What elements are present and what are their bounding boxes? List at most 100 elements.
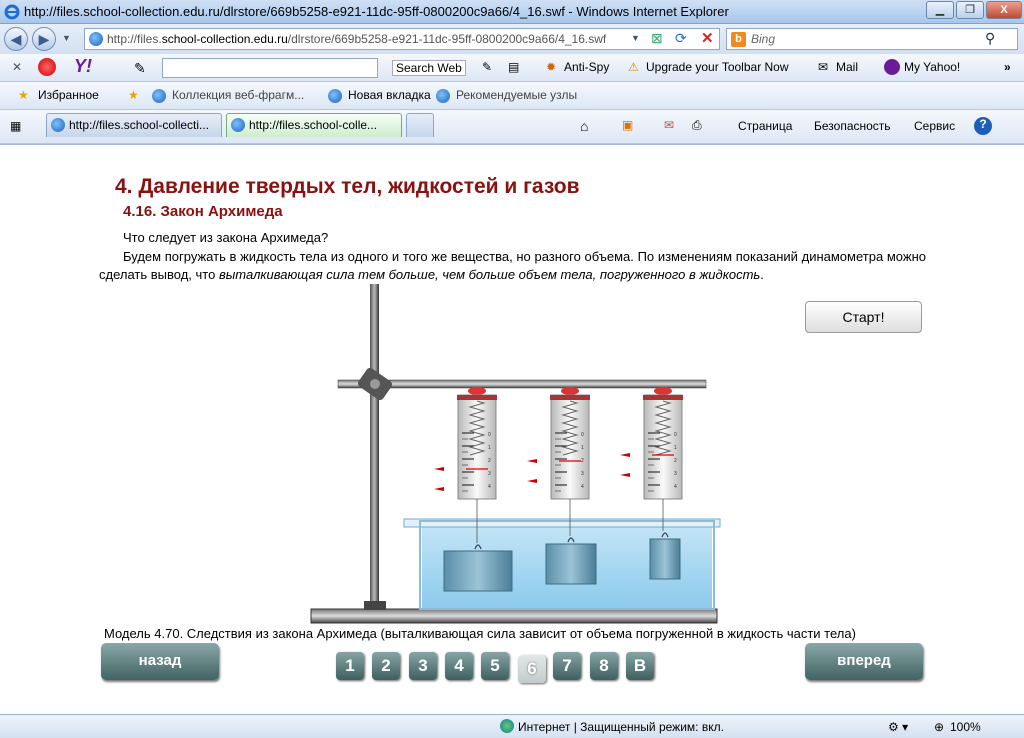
yahoo-logo-icon[interactable]: Y!: [74, 56, 92, 77]
favorite-link-suggested[interactable]: Рекомендуемые узлы: [456, 88, 577, 102]
scale-label: 4: [581, 484, 584, 490]
search-box[interactable]: b Bing ⚲: [726, 28, 1018, 50]
scale-label: 2: [581, 458, 584, 464]
pencil-icon[interactable]: ✎: [482, 60, 492, 74]
favorites-star-icon: ★: [18, 88, 29, 102]
page-icon: [51, 118, 65, 132]
scale-label: 4: [488, 484, 491, 490]
warning-icon: ⚠: [628, 60, 639, 74]
toolbar-search-input[interactable]: [162, 58, 378, 78]
scale-label: 1: [674, 445, 677, 451]
favorite-link-new-tab[interactable]: Новая вкладка: [348, 88, 431, 102]
toolbar-close-icon[interactable]: ✕: [12, 60, 22, 74]
close-button[interactable]: X: [986, 1, 1022, 19]
tools-menu[interactable]: Сервис: [914, 119, 955, 133]
page-button-6[interactable]: 6: [518, 655, 546, 683]
scale-label: 1: [581, 445, 584, 451]
forward-arrow-icon: ▶: [38, 31, 50, 47]
scale-label: 3: [581, 471, 584, 477]
favorites-button[interactable]: Избранное: [38, 88, 99, 102]
highlighter-icon[interactable]: ✎: [134, 60, 146, 77]
page-icon: [152, 89, 166, 103]
page-menu[interactable]: Страница: [738, 119, 792, 133]
scale-label: 0: [581, 432, 584, 438]
bing-logo-icon: b: [731, 32, 746, 47]
ie-logo-icon: [4, 4, 20, 20]
safety-menu[interactable]: Безопасность: [814, 119, 891, 133]
search-icon[interactable]: ⚲: [985, 30, 995, 47]
search-placeholder: Bing: [751, 32, 776, 46]
tab-1[interactable]: http://files.school-collecti...: [46, 113, 222, 137]
yahoo-toolbar: ✕ Y! ✎ Search Web ✎ ▤ ✹ Anti-Spy ⚠ Upgra…: [0, 54, 1024, 82]
page-content: 4. Давление твердых тел, жидкостей и газ…: [0, 144, 1024, 714]
globe-icon: [500, 719, 514, 733]
page-button-3[interactable]: 3: [409, 652, 437, 680]
zoom-icon: ⊕: [934, 720, 945, 734]
tab-1-label: http://files.school-collecti...: [69, 118, 210, 132]
scale-label: 1: [488, 445, 491, 451]
favorite-link-collection[interactable]: Коллекция веб-фрагм...: [172, 88, 304, 102]
refresh-icon[interactable]: ⟳: [675, 30, 687, 47]
my-yahoo-button[interactable]: My Yahoo!: [904, 60, 960, 74]
page-button-1[interactable]: 1: [336, 652, 364, 680]
page-button-8[interactable]: 8: [590, 652, 618, 680]
forward-nav-button[interactable]: ▶: [32, 27, 56, 51]
maximize-button[interactable]: ❐: [956, 1, 984, 19]
scale-label: 2: [488, 458, 491, 464]
toolbar-overflow-icon[interactable]: »: [1004, 60, 1011, 74]
browser-logo-icon[interactable]: [38, 58, 56, 76]
figure-caption: Модель 4.70. Следствия из закона Архимед…: [104, 626, 856, 641]
address-dropdown-icon[interactable]: ▼: [631, 33, 640, 43]
page-button-4[interactable]: 4: [445, 652, 473, 680]
stop-icon[interactable]: ✕: [701, 29, 714, 47]
scale-label: 2: [674, 458, 677, 464]
url-host: http://files.: [107, 32, 162, 46]
block-2: [545, 543, 597, 585]
new-tab-button[interactable]: [406, 113, 434, 137]
security-zone-text: Интернет | Защищенный режим: вкл.: [518, 720, 724, 734]
anti-spy-button[interactable]: Anti-Spy: [564, 60, 609, 74]
back-button[interactable]: назад: [101, 643, 219, 680]
my-yahoo-icon: [884, 59, 900, 75]
page-icon: [89, 32, 103, 46]
compat-view-icon[interactable]: ⊠: [651, 30, 663, 47]
feeds-icon[interactable]: ▣: [622, 118, 633, 132]
address-field[interactable]: http://files.school-collection.edu.ru/dl…: [84, 28, 720, 50]
title-bar: http://files.school-collection.edu.ru/dl…: [0, 0, 1024, 24]
block-3: [649, 538, 681, 580]
back-arrow-icon: ◀: [10, 31, 22, 47]
clamp-icon: [357, 367, 393, 401]
help-icon[interactable]: ?: [974, 117, 992, 135]
minimize-button[interactable]: ▁: [926, 1, 954, 19]
scale-label: 3: [488, 471, 491, 477]
page-icon: [436, 89, 450, 103]
read-mail-icon[interactable]: ✉: [664, 118, 674, 132]
history-dropdown-icon[interactable]: ▼: [62, 33, 71, 43]
scale-label: 3: [674, 471, 677, 477]
home-icon[interactable]: ⌂: [580, 118, 588, 134]
add-favorite-icon[interactable]: ★: [128, 88, 139, 102]
mail-button[interactable]: Mail: [836, 60, 858, 74]
page-button-2[interactable]: 2: [372, 652, 400, 680]
stand-rod: [370, 284, 379, 609]
form-fill-icon[interactable]: ▤: [508, 60, 519, 74]
url-domain: school-collection.edu.ru: [161, 32, 288, 46]
stand-crossbar: [337, 379, 707, 389]
page-icon: [328, 89, 342, 103]
tab-2[interactable]: http://files.school-colle...: [226, 113, 402, 137]
page-button-9[interactable]: В: [626, 652, 654, 680]
url-path: /dlrstore/669b5258-e921-11dc-95ff-080020…: [287, 32, 607, 46]
quick-tabs-icon[interactable]: ▦: [10, 119, 21, 133]
anti-spy-icon: ✹: [546, 60, 557, 74]
page-button-7[interactable]: 7: [553, 652, 581, 680]
print-icon[interactable]: ⎙: [692, 118, 702, 133]
forward-button[interactable]: вперед: [805, 643, 923, 680]
upgrade-toolbar-link[interactable]: Upgrade your Toolbar Now: [646, 60, 789, 74]
protected-mode-icon[interactable]: ⚙ ▾: [888, 720, 908, 734]
scale-label: 0: [488, 432, 491, 438]
page-button-5[interactable]: 5: [481, 652, 509, 680]
stand-base: [310, 608, 718, 624]
back-nav-button[interactable]: ◀: [4, 27, 28, 51]
search-web-button[interactable]: Search Web: [392, 60, 466, 76]
zoom-level[interactable]: 100%: [950, 720, 981, 734]
